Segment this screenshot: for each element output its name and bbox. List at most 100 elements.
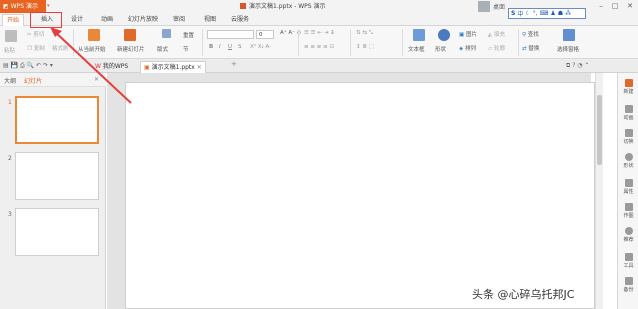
layout-icon[interactable] (162, 29, 171, 38)
underline-button[interactable]: U (228, 44, 232, 50)
font-size-select[interactable]: 0 (256, 30, 274, 39)
text-box-icon[interactable] (413, 29, 425, 41)
watermark: 头条 @心碎乌托邦JC (472, 288, 575, 301)
tab-review[interactable]: 审阅 (173, 14, 185, 26)
from-current-button[interactable]: 从当前开始 (78, 45, 106, 53)
outline-tab[interactable]: 大纲 (4, 76, 16, 85)
new-slide-button[interactable]: 新建幻灯片 (117, 45, 145, 53)
animation-icon (624, 105, 633, 113)
sidebar-item-animation[interactable]: 动画 (618, 105, 638, 121)
copy-label: 复制 (33, 46, 45, 52)
tab-view[interactable]: 视图 (204, 14, 216, 26)
sidebar-item-recommend[interactable]: 推荐 (618, 227, 638, 243)
scrollbar-thumb[interactable] (597, 95, 602, 165)
shirt-icon[interactable]: ☗ (558, 10, 563, 17)
direction-buttons[interactable]: ⇅ ⇆ ⤡ (356, 30, 373, 37)
sidebar-item-backup[interactable]: 备份 (618, 277, 638, 293)
draw-icon (624, 203, 633, 211)
paste-icon[interactable] (5, 30, 17, 42)
outline-label: 轮廓 (493, 46, 505, 52)
slide-canvas[interactable] (125, 82, 595, 309)
sidebar-item-new[interactable]: 新建 (618, 79, 638, 95)
slide-thumbnail[interactable] (15, 208, 99, 256)
punct-icon[interactable]: °, (533, 10, 538, 17)
tab-animation[interactable]: 动画 (101, 14, 113, 26)
format-painter-button[interactable]: 格式刷 (52, 44, 69, 52)
grid-icon[interactable]: ⁂ (565, 10, 571, 17)
sidebar-item-tools[interactable]: 工具 (618, 253, 638, 269)
tab-my-wps[interactable]: W 我的WPS (92, 61, 131, 73)
sidebar-item-label: 工具 (623, 263, 634, 269)
right-task-sidebar: 新建 动画 切换 形状 属性 作图 推荐 工具 备份 (617, 73, 638, 309)
text-box-button[interactable]: 文本框 (408, 45, 425, 53)
align-buttons[interactable]: ≡ ≡ ≡ ≡ ☷ (304, 44, 334, 50)
divider (298, 29, 299, 56)
new-slide-icon[interactable] (124, 29, 136, 41)
quick-access-toolbar[interactable]: ▤ 💾 ⎙ 🔍 ↶ ↷ ▾ (3, 62, 53, 70)
spacing-buttons[interactable]: ↕ ≣ ⬚ (356, 44, 374, 50)
tab-slideshow[interactable]: 幻灯片放映 (128, 14, 158, 26)
strikethrough-button[interactable]: S (238, 44, 242, 50)
sidebar-item-label: 动画 (623, 115, 634, 121)
maximize-icon[interactable]: □ (608, 0, 622, 13)
new-tab-icon[interactable]: + (231, 60, 237, 68)
document-tab-bar: ▤ 💾 ⎙ 🔍 ↶ ↷ ▾ W 我的WPS ▣ 演示文稿1.pptx ✕ + ⧉… (0, 59, 638, 73)
find-button[interactable]: ⚲ 查找 (522, 30, 539, 38)
select-pane-button[interactable]: 选择窗格 (557, 45, 579, 53)
superscript-button[interactable]: X² X₂ A· (250, 44, 271, 50)
close-icon[interactable]: ✕ (623, 0, 637, 13)
copy-button[interactable]: ❐ 复制 (27, 44, 45, 52)
divider (402, 29, 403, 56)
ime-logo-icon: S (511, 10, 516, 17)
tab-design[interactable]: 设计 (71, 14, 83, 26)
slides-tab[interactable]: 幻灯片 (24, 76, 42, 85)
sidebar-item-transition[interactable]: 切换 (618, 129, 638, 145)
vertical-scrollbar[interactable] (595, 73, 603, 309)
user-name[interactable]: 桌面 (493, 2, 505, 11)
select-pane-icon[interactable] (563, 29, 575, 41)
section-button[interactable]: 节 (183, 45, 189, 53)
fill-button[interactable]: ◭ 填充 (488, 30, 505, 38)
sidebar-item-draw[interactable]: 作图 (618, 203, 638, 219)
close-icon[interactable]: ✕ (94, 76, 99, 83)
font-name-select[interactable] (207, 30, 254, 39)
list-buttons[interactable]: ☰ ☰ ⇤ ⇥ ↨ (304, 30, 335, 36)
sidebar-item-label: 新建 (623, 89, 634, 95)
slide-thumbnail[interactable] (15, 152, 99, 200)
arrange-button[interactable]: ◈ 排列 (459, 44, 476, 52)
close-icon[interactable]: ✕ (197, 64, 202, 71)
italic-button[interactable]: I (219, 44, 221, 50)
bold-button[interactable]: B (209, 44, 213, 50)
sidebar-item-shape[interactable]: 形状 (618, 153, 638, 169)
shape-button[interactable]: 形状 (435, 45, 446, 53)
picture-button[interactable]: ▣ 图片 (459, 30, 477, 38)
new-icon (624, 79, 633, 87)
window-tools[interactable]: ⧉ ? ◔ ⌃ (566, 62, 589, 70)
minimize-icon[interactable]: – (594, 0, 608, 13)
search-icon: ⚲ (522, 32, 527, 38)
slide-thumbnail[interactable] (15, 96, 99, 144)
shape-icon (624, 153, 633, 161)
slideshow-icon[interactable] (88, 29, 100, 41)
paste-button[interactable]: 粘贴 (4, 46, 15, 54)
tab-document[interactable]: ▣ 演示文稿1.pptx ✕ (140, 61, 206, 73)
avatar[interactable] (478, 1, 490, 12)
tab-home[interactable]: 开始 (2, 14, 25, 26)
arrange-label: 排列 (464, 46, 476, 52)
ime-status[interactable]: 中 (517, 9, 523, 18)
tab-cloud[interactable]: 云服务 (231, 14, 249, 26)
slide-number: 3 (8, 211, 12, 218)
outline-button[interactable]: ▱ 轮廓 (488, 44, 505, 52)
cut-button[interactable]: ✂ 剪切 (27, 30, 44, 38)
reset-button[interactable]: 重置 (183, 31, 194, 39)
user-icon[interactable]: ♟ (550, 10, 555, 17)
shape-icon[interactable] (438, 29, 450, 41)
sidebar-item-properties[interactable]: 属性 (618, 179, 638, 195)
tab-my-wps-label: 我的WPS (102, 63, 129, 70)
wps-home-icon: W (95, 63, 101, 70)
ime-toolbar[interactable]: S 中 ☾ °, ⌨ ♟ ☗ ⁂ (508, 8, 586, 19)
keyboard-icon[interactable]: ⌨ (540, 10, 549, 17)
replace-button[interactable]: ⇄ 替换 (522, 44, 539, 52)
moon-icon[interactable]: ☾ (525, 10, 530, 17)
layout-button[interactable]: 版式 (157, 45, 168, 53)
